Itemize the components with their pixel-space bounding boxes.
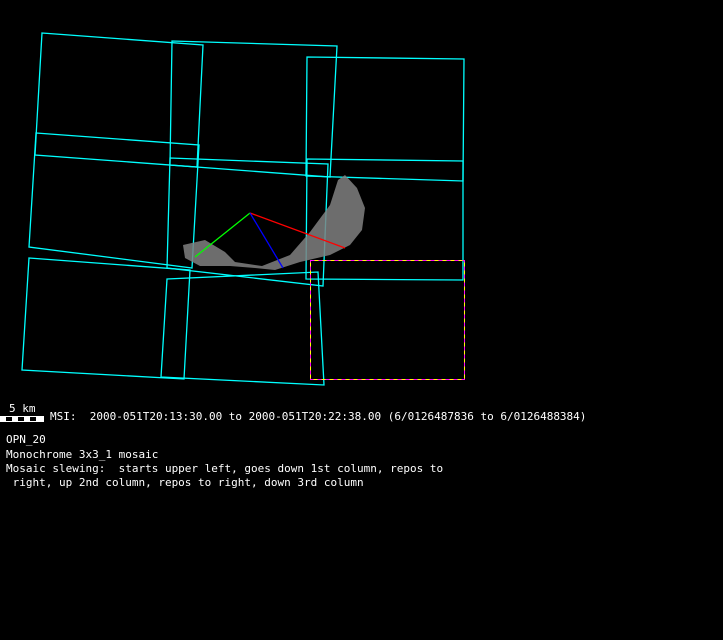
slew-description-1: Mosaic slewing: starts upper left, goes …: [6, 462, 444, 475]
scale-bar-label: 5 km: [9, 402, 36, 415]
mosaic-type: Monochrome 3x3_1 mosaic: [6, 448, 159, 461]
frame-c2-r1: [169, 40, 338, 178]
frame-c2-r3: [160, 271, 325, 386]
axis-y: [194, 212, 251, 258]
frame-c3-r1: [305, 56, 465, 182]
frame-c1-r1: [34, 32, 204, 168]
mosaic-plot: [21, 32, 465, 386]
axis-z: [249, 212, 284, 269]
slew-description-2: right, up 2nd column, repos to right, do…: [6, 476, 364, 489]
time-range-header: MSI: 2000-051T20:13:30.00 to 2000-051T20…: [50, 410, 587, 423]
frame-c1-r2: [28, 132, 200, 269]
observation-id: OPN_20: [6, 433, 46, 446]
current-frame-highlight: [310, 260, 465, 380]
